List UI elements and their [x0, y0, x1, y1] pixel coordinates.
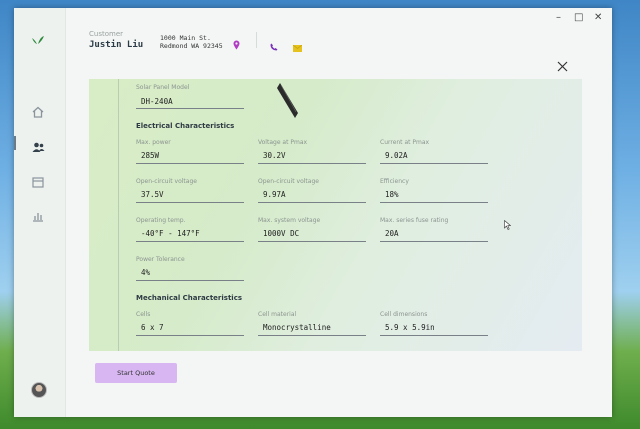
home-icon[interactable]	[32, 103, 44, 122]
efficiency-value[interactable]: 18%	[385, 190, 399, 199]
ocv2-value[interactable]: 9.97A	[263, 190, 286, 199]
model-label: Solar Panel Model	[136, 84, 190, 91]
cell-dims-label: Cell dimensions	[380, 311, 428, 318]
max-sys-voltage-underline	[258, 241, 366, 242]
phone-icon[interactable]	[270, 36, 278, 55]
panel-divider	[118, 79, 119, 351]
cells-underline	[136, 335, 244, 336]
max-fuse-label: Max. series fuse rating	[380, 217, 449, 224]
sidebar	[14, 8, 66, 417]
max-sys-voltage-value[interactable]: 1000V DC	[263, 229, 299, 238]
op-temp-label: Operating temp.	[136, 217, 186, 224]
current-pmax-underline	[380, 163, 488, 164]
cell-dims-value[interactable]: 5.9 x 5.9in	[385, 323, 435, 332]
power-tol-underline	[136, 280, 244, 281]
users-icon[interactable]	[32, 138, 45, 157]
address-line-2: Redmond WA 92345	[160, 42, 223, 50]
map-pin-icon[interactable]	[233, 35, 240, 54]
op-temp-value[interactable]: -40°F - 147°F	[141, 229, 200, 238]
header-divider	[256, 32, 257, 48]
minimize-button[interactable]: –	[556, 12, 561, 23]
cells-value[interactable]: 6 x 7	[141, 323, 164, 332]
start-quote-button[interactable]: Start Quote	[95, 363, 177, 383]
app-window: – □ ✕ Customer Justin Liu 1000 Main St. …	[14, 8, 612, 417]
max-power-label: Max. power	[136, 139, 171, 146]
cell-material-underline	[258, 335, 366, 336]
max-power-underline	[136, 163, 244, 164]
solar-panel-image	[276, 83, 302, 123]
power-tol-value[interactable]: 4%	[141, 268, 150, 277]
ocv-value[interactable]: 37.5V	[141, 190, 164, 199]
cell-material-value[interactable]: Monocrystalline	[263, 323, 331, 332]
ocv-underline	[136, 202, 244, 203]
ocv2-label: Open-circuit voltage	[258, 178, 319, 185]
cell-material-label: Cell material	[258, 311, 297, 318]
ocv2-underline	[258, 202, 366, 203]
efficiency-underline	[380, 202, 488, 203]
mail-icon[interactable]	[292, 37, 303, 56]
voltage-pmax-underline	[258, 163, 366, 164]
mouse-cursor-icon	[504, 215, 512, 234]
model-underline	[136, 108, 244, 109]
max-power-value[interactable]: 285W	[141, 151, 159, 160]
leaf-logo-icon	[31, 30, 45, 49]
electrical-title: Electrical Characteristics	[136, 122, 235, 130]
active-indicator	[14, 136, 16, 150]
efficiency-label: Efficiency	[380, 178, 409, 185]
maximize-button[interactable]: □	[574, 12, 583, 23]
current-pmax-value[interactable]: 9.02A	[385, 151, 408, 160]
model-value[interactable]: DH-240A	[141, 97, 173, 106]
max-fuse-underline	[380, 241, 488, 242]
customer-name: Justin Liu	[89, 40, 144, 50]
close-icon[interactable]	[557, 57, 568, 76]
ocv-label: Open-circuit voltage	[136, 178, 197, 185]
power-tol-label: Power Tolerance	[136, 256, 185, 263]
voltage-pmax-value[interactable]: 30.2V	[263, 151, 286, 160]
calendar-icon[interactable]	[32, 173, 44, 192]
avatar[interactable]	[31, 382, 47, 398]
address-line-1: 1000 Main St.	[160, 34, 211, 42]
voltage-pmax-label: Voltage at Pmax	[258, 139, 308, 146]
cells-label: Cells	[136, 311, 151, 318]
chart-icon[interactable]	[32, 207, 44, 226]
cell-dims-underline	[380, 335, 488, 336]
op-temp-underline	[136, 241, 244, 242]
max-fuse-value[interactable]: 20A	[385, 229, 399, 238]
close-window-button[interactable]: ✕	[594, 12, 602, 23]
max-sys-voltage-label: Max. system voltage	[258, 217, 321, 224]
customer-label: Customer	[89, 30, 124, 38]
mechanical-title: Mechanical Characteristics	[136, 294, 243, 302]
current-pmax-label: Current at Pmax	[380, 139, 430, 146]
